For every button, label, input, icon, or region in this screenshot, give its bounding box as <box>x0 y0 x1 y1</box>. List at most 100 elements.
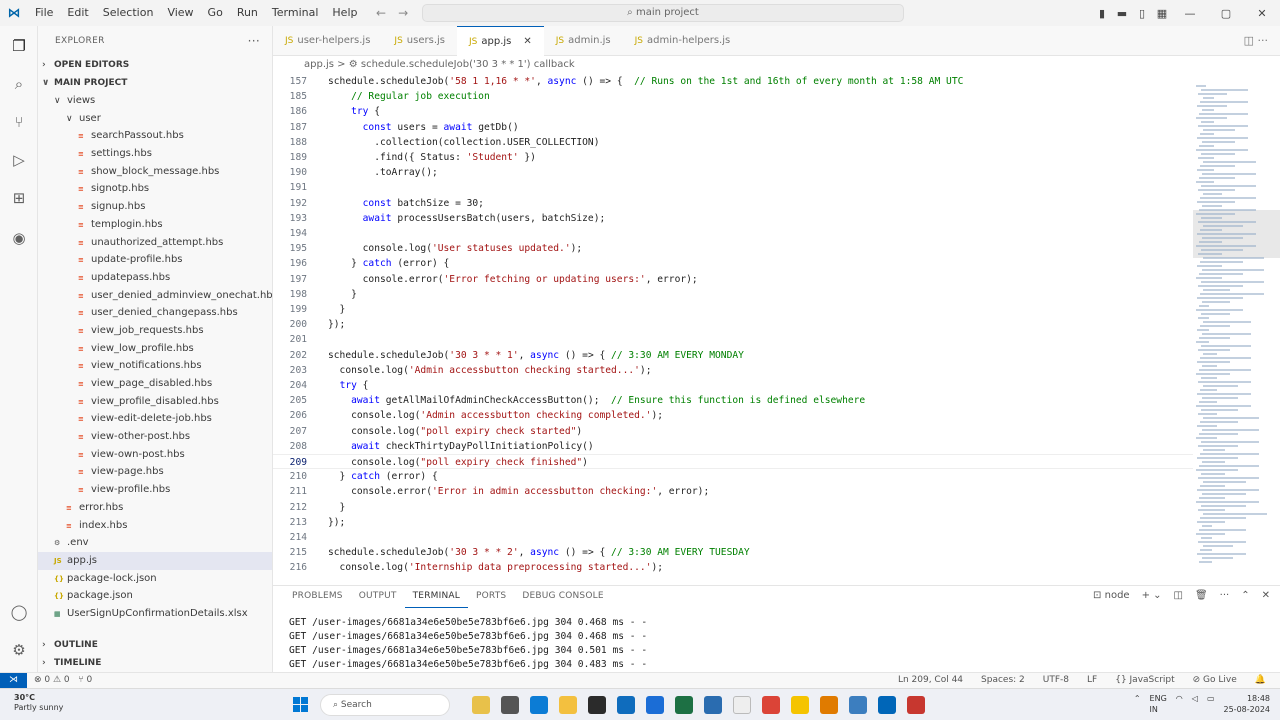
editor-tab[interactable]: JS admin-helpers.js <box>623 26 743 56</box>
close-window-button[interactable]: ✕ <box>1244 7 1280 20</box>
remote-indicator-icon[interactable]: ⋊ <box>0 673 27 689</box>
terminal-app-icon[interactable] <box>588 696 606 714</box>
explorer-icon[interactable]: ❐ <box>9 36 29 56</box>
toggle-panel-icon[interactable]: ▬ <box>1112 7 1132 20</box>
remote-explorer-icon[interactable]: ◉ <box>9 228 29 248</box>
tree-file[interactable]: ≡ user_denied_adminview_onechat.hbs <box>38 287 278 305</box>
tree-file[interactable]: ≡ view-own-post.hbs <box>38 446 272 464</box>
tree-file[interactable]: ≡ signup.hbs <box>38 198 272 216</box>
settings-gear-icon[interactable]: ⚙ <box>9 640 29 660</box>
terminal-shell-label[interactable]: ⊡ node <box>1093 586 1130 606</box>
code-line[interactable]: 201 <box>273 332 1193 347</box>
command-center-search[interactable]: ⌕ main project <box>422 4 904 22</box>
toggle-secondary-sidebar-icon[interactable]: ▯ <box>1132 7 1152 20</box>
excel-app-icon[interactable] <box>675 696 693 714</box>
code-line[interactable]: 193 await processUsersBatch(users, batch… <box>273 211 1193 226</box>
cursor-position[interactable]: Ln 209, Col 44 <box>898 673 963 688</box>
tray-chevron-icon[interactable]: ⌃ <box>1134 693 1141 715</box>
tree-folder[interactable]: ∨ views <box>38 92 272 110</box>
code-line[interactable]: 209 console.log("poll expiry check finis… <box>273 454 1193 470</box>
account-icon[interactable]: ◯ <box>9 602 29 622</box>
indentation[interactable]: Spaces: 2 <box>981 673 1025 688</box>
editor-tab[interactable]: JS app.js ✕ <box>457 26 544 56</box>
tree-file[interactable]: ≡ view-other-post.hbs <box>38 428 272 446</box>
maximize-panel-icon[interactable]: ⌃ <box>1241 586 1249 606</box>
code-line[interactable]: 202 schedule.scheduleJob('30 3 * * 1', as… <box>273 348 1193 363</box>
tree-file[interactable]: ≡ view-edit-delete-job.hbs <box>38 410 272 428</box>
split-terminal-icon[interactable]: ◫ <box>1174 586 1183 606</box>
menu-item-file[interactable]: File <box>28 0 60 26</box>
project-section[interactable]: ∨ MAIN PROJECT <box>38 74 272 92</box>
code-line[interactable]: 208 await checkThirtyDayPollInitiationPo… <box>273 439 1193 454</box>
code-line[interactable]: 203 console.log('Admin accessbutton chec… <box>273 363 1193 378</box>
code-line[interactable]: 211 console.error('Error in admin access… <box>273 484 1193 499</box>
extensions-icon[interactable]: ⊞ <box>9 188 29 208</box>
tree-file[interactable]: ≡ settings.hbs <box>38 145 272 163</box>
tree-file[interactable]: ≡ unauthorized_attempt.hbs <box>38 234 272 252</box>
widgets-app-icon[interactable] <box>472 696 490 714</box>
tree-file[interactable]: ≡ error.hbs <box>38 499 272 517</box>
code-line[interactable]: 196 } catch (error) { <box>273 256 1193 271</box>
tree-file[interactable]: ⚙ .env <box>38 534 272 552</box>
menu-item-run[interactable]: Run <box>230 0 265 26</box>
customize-layout-icon[interactable]: ▦ <box>1152 7 1172 20</box>
code-line[interactable]: 206 console.log('Admin accessbutton chec… <box>273 408 1193 423</box>
tree-file[interactable]: ≡ index.hbs <box>38 517 272 535</box>
edge-browser-icon[interactable] <box>530 696 548 714</box>
tree-file[interactable]: ≡ view_notifications.hbs <box>38 357 272 375</box>
close-tab-icon[interactable]: ✕ <box>523 36 531 47</box>
sticky-notes-icon[interactable] <box>791 696 809 714</box>
code-line[interactable]: 216 console.log('Internship data preproc… <box>273 560 1193 575</box>
editor-tab[interactable]: JS users.js <box>382 26 457 56</box>
task-view-icon[interactable] <box>501 696 519 714</box>
code-line[interactable]: 204 try { <box>273 378 1193 393</box>
edge-app-icon[interactable] <box>704 696 722 714</box>
wifi-icon[interactable]: ◠ <box>1176 693 1183 715</box>
sublime-app-icon[interactable] <box>820 696 838 714</box>
tree-file[interactable]: {} package.json <box>38 587 272 605</box>
volume-icon[interactable]: ◁ <box>1192 693 1198 715</box>
panel-tab-problems[interactable]: PROBLEMS <box>284 586 351 608</box>
tree-file[interactable]: ≡ show_block_message.hbs <box>38 163 272 181</box>
notifications-bell-icon[interactable]: 🔔 <box>1255 673 1266 688</box>
code-line[interactable]: 213}); <box>273 515 1193 530</box>
code-line[interactable]: 186 try { <box>273 104 1193 119</box>
code-line[interactable]: 197 console.error('Error fetching or upd… <box>273 272 1193 287</box>
code-line[interactable]: 192 const batchSize = 30; <box>273 196 1193 211</box>
code-editor[interactable]: 157 schedule.scheduleJob('58 1 1,16 * *',… <box>273 73 1193 591</box>
battery-icon[interactable]: ▭ <box>1207 693 1215 715</box>
open-editors-section[interactable]: › OPEN EDITORS <box>38 56 272 74</box>
panel-tab-debug-console[interactable]: DEBUG CONSOLE <box>514 586 611 608</box>
tree-file[interactable]: ≡ view-profile.hbs <box>38 481 272 499</box>
code-line[interactable]: 194 <box>273 226 1193 241</box>
tree-file[interactable]: ≡ view_profile_disabled.hbs <box>38 393 272 411</box>
code-line[interactable]: 205 await getAllMailOfAdminCheckAccessBu… <box>273 393 1193 408</box>
code-line[interactable]: 198 } <box>273 287 1193 302</box>
code-line[interactable]: 157 schedule.scheduleJob('58 1 1,16 * *',… <box>273 74 1193 89</box>
minimize-button[interactable]: — <box>1172 7 1208 20</box>
tree-folder[interactable]: ∨ user <box>38 110 272 128</box>
code-line[interactable]: 214 <box>273 530 1193 545</box>
tree-file[interactable]: ≡ view_page_disabled.hbs <box>38 375 272 393</box>
minimap[interactable] <box>1193 73 1280 591</box>
notepad-app-icon[interactable] <box>733 696 751 714</box>
code-line[interactable]: 187 const users = await getDb() <box>273 120 1193 135</box>
code-line[interactable]: 191 <box>273 180 1193 195</box>
mail-app-icon[interactable] <box>617 696 635 714</box>
toggle-sidebar-icon[interactable]: ▮ <box>1092 7 1112 20</box>
editor-tab[interactable]: JS admin.js <box>544 26 623 56</box>
new-terminal-icon[interactable]: + ⌄ <box>1142 586 1162 606</box>
code-line[interactable]: 207 console.log("poll expiry check start… <box>273 424 1193 439</box>
store-app-icon[interactable] <box>646 696 664 714</box>
more-actions-icon[interactable]: ··· <box>248 26 260 56</box>
tree-file[interactable]: ≡ signotp.hbs <box>38 180 272 198</box>
split-editor-icon[interactable]: ◫ ··· <box>1244 26 1268 56</box>
menu-item-go[interactable]: Go <box>201 0 230 26</box>
tree-file[interactable]: {} package-lock.json <box>38 570 272 588</box>
file-explorer-icon[interactable] <box>559 696 577 714</box>
tree-file[interactable]: ≡ view_low_profile.hbs <box>38 340 272 358</box>
code-line[interactable]: 189 .find({ Status: 'Student' }) <box>273 150 1193 165</box>
more-icon[interactable]: ··· <box>1220 586 1230 606</box>
panel-tab-output[interactable]: OUTPUT <box>351 586 405 608</box>
panel-tab-terminal[interactable]: TERMINAL <box>404 586 468 608</box>
